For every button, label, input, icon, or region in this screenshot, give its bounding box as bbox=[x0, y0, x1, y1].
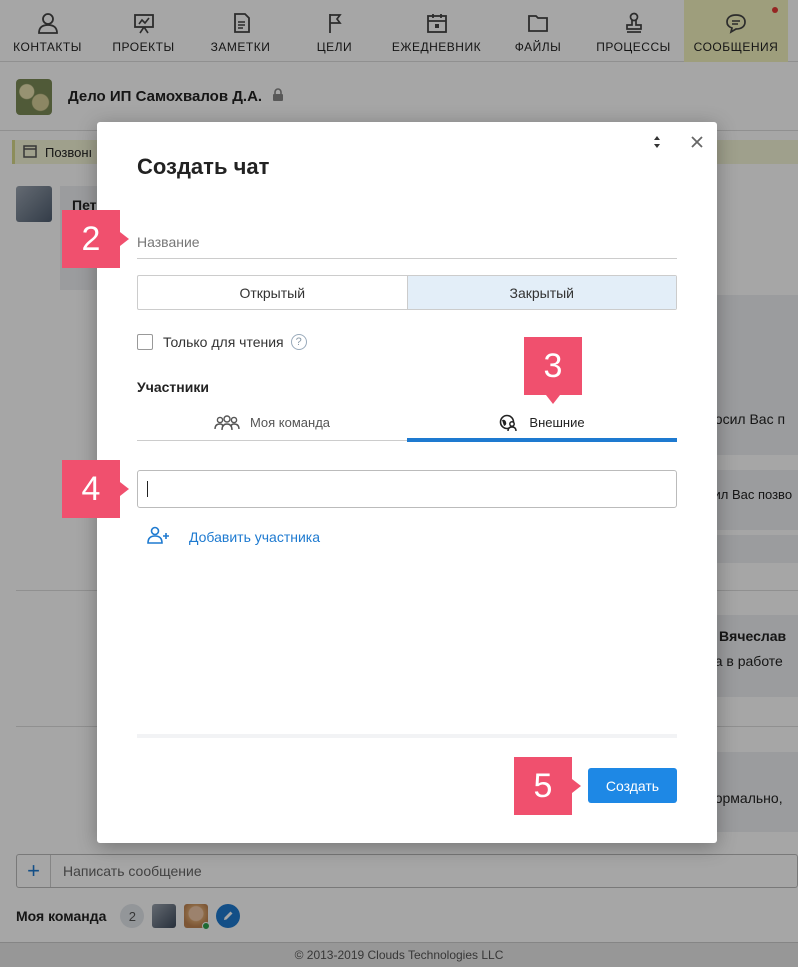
group-icon bbox=[214, 414, 240, 431]
step-callout-2: 2 bbox=[62, 210, 129, 268]
add-participant-label: Добавить участника bbox=[189, 528, 321, 545]
create-button[interactable]: Создать bbox=[588, 768, 677, 803]
step-number: 2 bbox=[81, 219, 101, 258]
modal-title: Создать чат bbox=[137, 154, 270, 179]
callout-arrow bbox=[546, 395, 560, 404]
add-user-icon bbox=[147, 526, 171, 547]
step-callout-3: 3 bbox=[524, 337, 582, 404]
step-number: 3 bbox=[543, 346, 563, 385]
tab-external[interactable]: Внешние bbox=[407, 405, 677, 442]
chat-type-toggle: Открытый Закрытый bbox=[137, 275, 677, 310]
external-user-icon bbox=[499, 414, 519, 432]
divider bbox=[137, 734, 677, 738]
create-chat-modal: Создать чат Открытый Закрытый Только для… bbox=[97, 122, 717, 843]
close-button[interactable] bbox=[688, 133, 706, 151]
step-number: 5 bbox=[533, 766, 553, 805]
tab-external-label: Внешние bbox=[529, 415, 585, 430]
readonly-checkbox[interactable] bbox=[137, 334, 153, 350]
step-callout-4: 4 bbox=[62, 460, 129, 518]
text-cursor bbox=[147, 481, 148, 497]
step-callout-5: 5 bbox=[514, 757, 581, 815]
readonly-label[interactable]: Только для чтения bbox=[163, 334, 284, 350]
sort-icon[interactable] bbox=[650, 134, 664, 150]
open-chat-option[interactable]: Открытый bbox=[138, 276, 407, 309]
add-participant-button[interactable]: Добавить участника bbox=[147, 526, 320, 547]
participants-tabs: Моя команда Внешние bbox=[137, 405, 677, 442]
callout-arrow bbox=[120, 232, 129, 246]
tab-my-team[interactable]: Моя команда bbox=[137, 405, 407, 440]
callout-arrow bbox=[572, 779, 581, 793]
participant-search-input[interactable] bbox=[137, 470, 677, 508]
tab-my-team-label: Моя команда bbox=[249, 415, 331, 430]
participants-label: Участники bbox=[137, 379, 209, 395]
callout-arrow bbox=[120, 482, 129, 496]
chat-name-input[interactable] bbox=[137, 225, 677, 259]
step-number: 4 bbox=[81, 469, 101, 508]
readonly-option: Только для чтения ? bbox=[137, 334, 307, 350]
close-icon bbox=[691, 136, 703, 148]
closed-chat-option[interactable]: Закрытый bbox=[406, 276, 676, 309]
help-icon[interactable]: ? bbox=[290, 334, 307, 350]
